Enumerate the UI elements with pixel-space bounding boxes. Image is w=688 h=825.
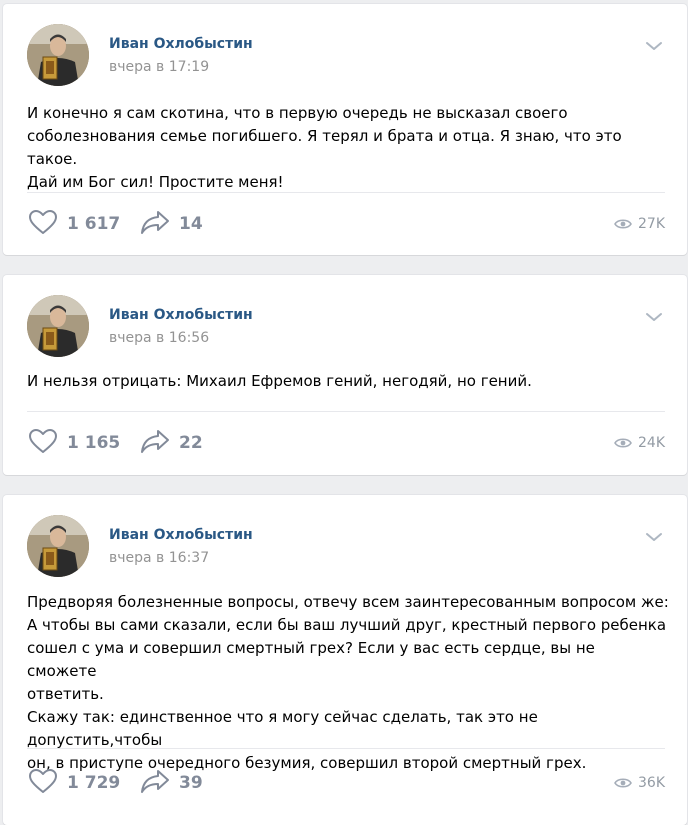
- share-arrow-icon: [139, 428, 171, 458]
- share-count: 22: [179, 433, 203, 453]
- chevron-down-icon[interactable]: [643, 309, 665, 325]
- like-button[interactable]: 1 729: [27, 768, 120, 798]
- wall-post: Иван Охлобыстин вчера в 17:19 И конечно …: [3, 4, 687, 255]
- like-count: 1 729: [67, 773, 121, 793]
- post-timestamp[interactable]: вчера в 16:56: [109, 330, 209, 346]
- wall-post: Иван Охлобыстин вчера в 16:56 И нельзя о…: [3, 275, 687, 475]
- share-button[interactable]: 22: [139, 428, 203, 458]
- post-actions: 1 617 14 27K: [27, 209, 665, 239]
- post-actions: 1 729 39 36K: [27, 768, 665, 798]
- eye-icon: [614, 434, 632, 453]
- avatar[interactable]: [27, 295, 89, 357]
- author-link[interactable]: Иван Охлобыстин: [109, 36, 253, 52]
- views-count: 36K: [638, 775, 665, 791]
- share-button[interactable]: 14: [139, 209, 203, 239]
- like-button[interactable]: 1 617: [27, 209, 120, 239]
- avatar[interactable]: [27, 24, 89, 86]
- divider: [27, 748, 665, 749]
- divider: [27, 192, 665, 193]
- post-timestamp[interactable]: вчера в 16:37: [109, 550, 209, 566]
- post-timestamp[interactable]: вчера в 17:19: [109, 59, 209, 75]
- like-count: 1 617: [67, 214, 121, 234]
- eye-icon: [614, 215, 632, 234]
- share-arrow-icon: [139, 768, 171, 798]
- like-button[interactable]: 1 165: [27, 428, 120, 458]
- share-count: 14: [179, 214, 203, 234]
- divider: [27, 411, 665, 412]
- avatar[interactable]: [27, 515, 89, 577]
- views-counter: 36K: [614, 768, 665, 798]
- heart-icon: [27, 767, 59, 799]
- wall-post: Иван Охлобыстин вчера в 16:37 Предворяя …: [3, 495, 687, 825]
- views-count: 27K: [638, 216, 665, 232]
- share-button[interactable]: 39: [139, 768, 203, 798]
- share-arrow-icon: [139, 209, 171, 239]
- heart-icon: [27, 208, 59, 240]
- like-count: 1 165: [67, 433, 121, 453]
- post-text: И конечно я сам скотина, что в первую оч…: [27, 104, 622, 191]
- share-count: 39: [179, 773, 203, 793]
- views-counter: 27K: [614, 209, 665, 239]
- views-count: 24K: [638, 435, 665, 451]
- post-actions: 1 165 22 24K: [27, 428, 665, 458]
- author-link[interactable]: Иван Охлобыстин: [109, 527, 253, 543]
- views-counter: 24K: [614, 428, 665, 458]
- author-link[interactable]: Иван Охлобыстин: [109, 307, 253, 323]
- chevron-down-icon[interactable]: [643, 38, 665, 54]
- eye-icon: [614, 774, 632, 793]
- chevron-down-icon[interactable]: [643, 529, 665, 545]
- heart-icon: [27, 427, 59, 459]
- post-text: И нельзя отрицать: Михаил Ефремов гений,…: [27, 372, 532, 390]
